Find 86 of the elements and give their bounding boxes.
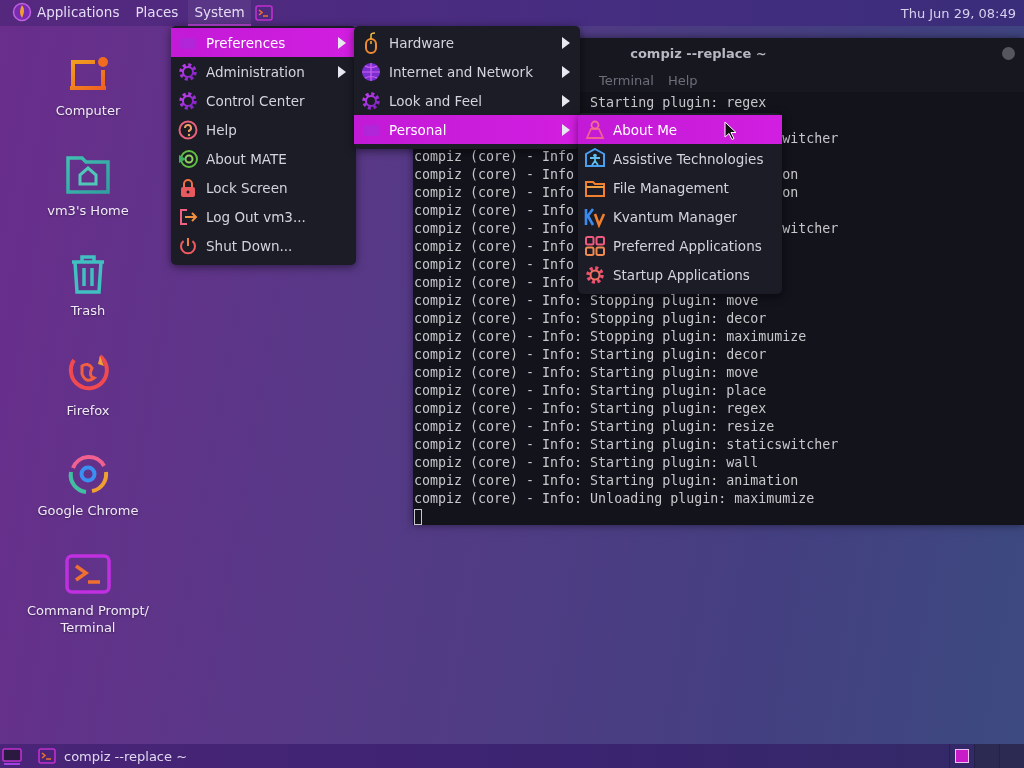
terminal-text: on xyxy=(782,167,799,182)
terminal-text: compiz (core) - Info: xyxy=(414,473,583,488)
desktop-icon-label[interactable]: Command Prompt/ Terminal xyxy=(23,602,153,636)
mouse-pointer-icon xyxy=(724,121,737,141)
globe-icon xyxy=(360,60,382,83)
terminal-text: witcher xyxy=(782,131,839,146)
terminal-text: Starting plugin: move xyxy=(590,365,759,380)
menu-item[interactable]: Assistive Technologies xyxy=(578,144,782,173)
terminal-menu[interactable]: Terminal xyxy=(599,72,654,88)
menu-item[interactable]: Kvantum Manager xyxy=(578,202,782,231)
show-desktop-icon[interactable] xyxy=(2,747,22,765)
terminal-text: compiz (core) - Info: xyxy=(414,455,583,470)
menu-item[interactable]: Preferences xyxy=(171,28,356,57)
terminal-text: compiz (core) - Info xyxy=(414,185,575,200)
terminal-text: Starting plugin: regex xyxy=(590,95,767,110)
terminal-text: compiz (core) - Info: xyxy=(414,329,583,344)
terminal-text: compiz (core) - Info xyxy=(414,257,575,272)
terminal-text: compiz (core) - Info xyxy=(414,275,575,290)
menu-item[interactable]: About MATE xyxy=(171,144,356,173)
menu-item[interactable]: File Management xyxy=(578,173,782,202)
terminal-text: Starting plugin: decor xyxy=(590,347,767,362)
accessibility-icon xyxy=(584,147,606,170)
menu-item[interactable]: Look and Feel xyxy=(354,86,580,115)
window-title: compiz --replace ~ xyxy=(630,45,767,61)
terminal-text: compiz (core) - Info xyxy=(414,221,575,236)
clock[interactable]: Thu Jun 29, 08:49 xyxy=(900,5,1016,21)
menu-item[interactable]: Shut Down... xyxy=(171,231,356,260)
terminal-text: compiz (core) - Info xyxy=(414,239,575,254)
text-cursor xyxy=(414,509,422,525)
terminal-text: compiz (core) - Info: xyxy=(414,383,583,398)
desktop-icon-label[interactable]: Firefox xyxy=(23,402,153,419)
help-icon xyxy=(177,118,199,141)
close-button[interactable] xyxy=(1002,47,1015,60)
terminal-text: compiz (core) - Info: xyxy=(414,491,583,506)
terminal-text: compiz (core) - Info: xyxy=(414,365,583,380)
terminal-text: compiz (core) - Info: xyxy=(414,293,583,308)
gear-icon xyxy=(360,89,382,112)
terminal-text: compiz (core) - Info: xyxy=(414,347,583,362)
terminal-text: Starting plugin: place xyxy=(590,383,767,398)
terminal-text: Starting plugin: staticswitcher xyxy=(590,437,839,452)
terminal-text: Starting plugin: regex xyxy=(590,401,767,416)
desktop-icon-label[interactable]: vm3's Home xyxy=(23,202,153,219)
terminal-text: compiz (core) - Info xyxy=(414,149,575,164)
menu-item[interactable]: Administration xyxy=(171,57,356,86)
person-icon xyxy=(584,118,606,141)
grid-icon xyxy=(584,234,606,257)
terminal-icon[interactable] xyxy=(38,748,56,764)
panel-menu[interactable]: Places xyxy=(129,0,185,26)
about-icon xyxy=(177,147,199,170)
menu-item[interactable]: Personal xyxy=(354,115,580,144)
panel-menu[interactable]: System xyxy=(188,0,251,26)
terminal-text: Starting plugin: animation xyxy=(590,473,799,488)
terminal-text: witcher xyxy=(782,221,839,236)
terminal-text: Starting plugin: resize xyxy=(590,419,775,434)
desktop-icon-label[interactable]: Computer xyxy=(23,102,153,119)
terminal-text: compiz (core) - Info: xyxy=(414,311,583,326)
gear-icon xyxy=(177,89,199,112)
panel-menu[interactable]: Applications xyxy=(6,0,126,26)
terminal-text: Stopping plugin: move xyxy=(590,293,759,308)
terminal-text: on xyxy=(782,185,799,200)
menu-item[interactable]: Hardware xyxy=(354,28,580,57)
desktop-icon-label[interactable]: Trash xyxy=(23,302,153,319)
menu-item[interactable]: Control Center xyxy=(171,86,356,115)
terminal-launcher-icon[interactable] xyxy=(254,5,273,21)
terminal-text: Starting plugin: wall xyxy=(590,455,759,470)
menu-item[interactable]: Internet and Network xyxy=(354,57,580,86)
menu-item[interactable]: Log Out vm3... xyxy=(171,202,356,231)
terminal-text: Stopping plugin: decor xyxy=(590,311,767,326)
terminal-text: compiz (core) - Info: xyxy=(414,401,583,416)
terminal-text: compiz (core) - Info xyxy=(414,203,575,218)
terminal-text: compiz (core) - Info xyxy=(414,167,575,182)
gear-icon xyxy=(177,60,199,83)
logo-icon xyxy=(12,2,32,22)
menu-item[interactable]: Help xyxy=(171,115,356,144)
menu-item[interactable]: Lock Screen xyxy=(171,173,356,202)
taskbar-button[interactable]: compiz --replace ~ xyxy=(30,744,196,768)
terminal-text: compiz (core) - Info: xyxy=(414,419,583,434)
terminal-text: Stopping plugin: maximumize xyxy=(590,329,807,344)
menu-item[interactable]: Startup Applications xyxy=(578,260,782,289)
terminal-text: compiz (core) - Info: xyxy=(414,437,583,452)
gear-icon xyxy=(584,263,606,286)
desktop-icon-label[interactable]: Google Chrome xyxy=(23,502,153,519)
menu-item[interactable]: About Me xyxy=(578,115,782,144)
menu-item[interactable]: Preferred Applications xyxy=(578,231,782,260)
terminal-text: Unloading plugin: maximumize xyxy=(590,491,815,506)
terminal-menu[interactable]: Help xyxy=(667,72,698,88)
